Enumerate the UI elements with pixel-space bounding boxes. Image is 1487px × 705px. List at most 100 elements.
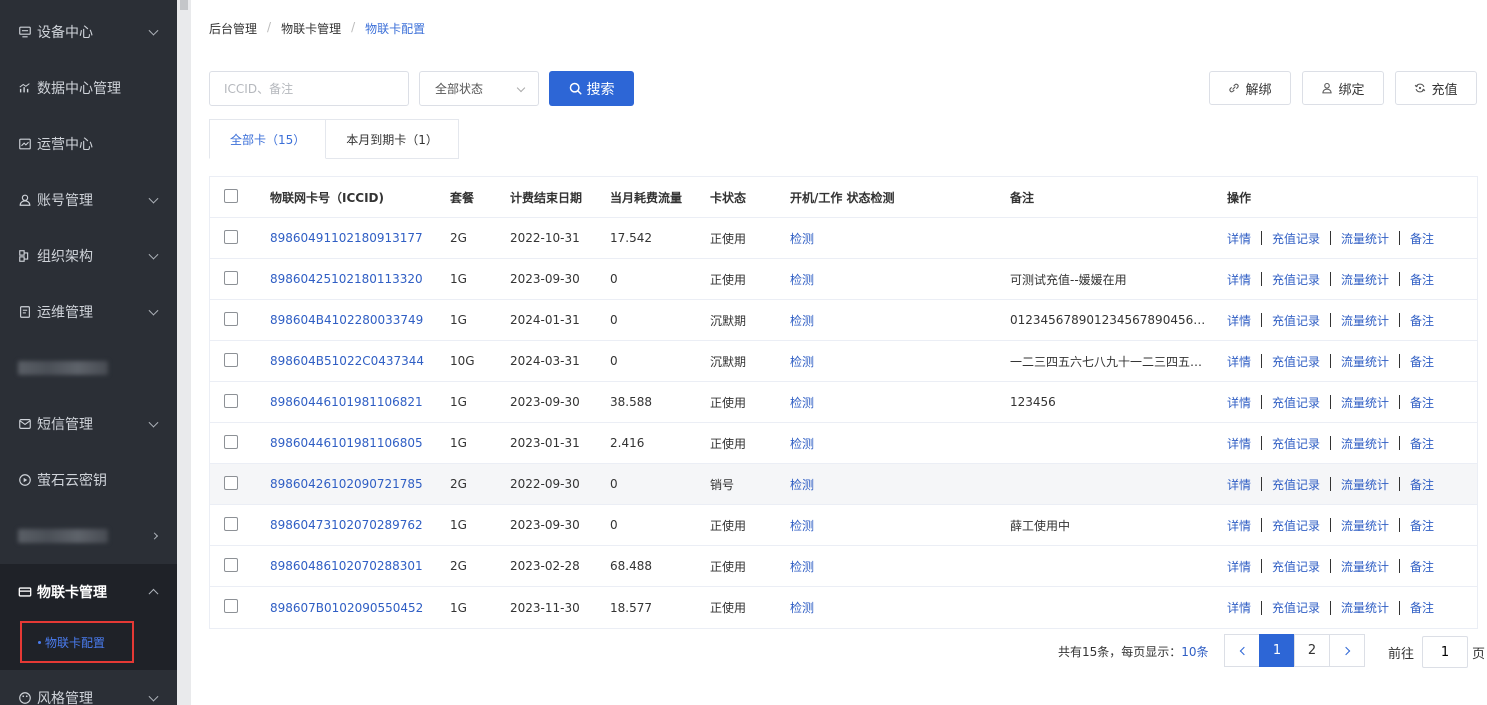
status-check-link[interactable]: 检测 bbox=[790, 519, 814, 533]
row-checkbox[interactable] bbox=[224, 434, 238, 449]
row-action-0[interactable]: 详情 bbox=[1227, 517, 1251, 534]
scrollbar-thumb[interactable] bbox=[180, 0, 188, 10]
row-action-3[interactable]: 备注 bbox=[1410, 230, 1434, 247]
row-action-0[interactable]: 详情 bbox=[1227, 599, 1251, 616]
row-action-3[interactable]: 备注 bbox=[1410, 599, 1434, 616]
row-action-2[interactable]: 流量统计 bbox=[1341, 230, 1389, 247]
row-checkbox[interactable] bbox=[224, 599, 238, 613]
status-check-link[interactable]: 检测 bbox=[790, 396, 814, 410]
sidebar-item-6[interactable] bbox=[0, 340, 177, 396]
row-action-0[interactable]: 详情 bbox=[1227, 353, 1251, 370]
row-action-1[interactable]: 充值记录 bbox=[1272, 517, 1320, 534]
sidebar-item-2[interactable]: 运营中心 bbox=[0, 116, 177, 172]
sidebar-item-9[interactable] bbox=[0, 508, 177, 564]
row-action-3[interactable]: 备注 bbox=[1410, 394, 1434, 411]
iccid-link[interactable]: 89860473102070289762 bbox=[270, 518, 423, 532]
row-action-1[interactable]: 充值记录 bbox=[1272, 312, 1320, 329]
sidebar-item-10[interactable]: 物联卡管理 bbox=[0, 564, 177, 620]
row-action-2[interactable]: 流量统计 bbox=[1341, 558, 1389, 575]
prev-page-button[interactable] bbox=[1224, 634, 1260, 667]
iccid-link[interactable]: 89860486102070288301 bbox=[270, 559, 423, 573]
recharge-button[interactable]: 充值 bbox=[1395, 71, 1477, 105]
row-action-1[interactable]: 充值记录 bbox=[1272, 271, 1320, 288]
sidebar-item-1[interactable]: 数据中心管理 bbox=[0, 60, 177, 116]
iccid-link[interactable]: 89860426102090721785 bbox=[270, 477, 423, 491]
status-check-link[interactable]: 检测 bbox=[790, 273, 814, 287]
row-action-2[interactable]: 流量统计 bbox=[1341, 353, 1389, 370]
row-action-1[interactable]: 充值记录 bbox=[1272, 230, 1320, 247]
row-action-3[interactable]: 备注 bbox=[1410, 271, 1434, 288]
sidebar-scrollbar[interactable] bbox=[177, 0, 191, 705]
search-button[interactable]: 搜索 bbox=[549, 71, 634, 106]
row-action-1[interactable]: 充值记录 bbox=[1272, 558, 1320, 575]
bind-button[interactable]: 绑定 bbox=[1302, 71, 1384, 105]
status-check-link[interactable]: 检测 bbox=[790, 437, 814, 451]
row-action-3[interactable]: 备注 bbox=[1410, 476, 1434, 493]
iccid-link[interactable]: 898604B51022C0437344 bbox=[270, 354, 424, 368]
row-action-1[interactable]: 充值记录 bbox=[1272, 599, 1320, 616]
row-checkbox[interactable] bbox=[224, 311, 238, 326]
iccid-link[interactable]: 89860446101981106821 bbox=[270, 395, 423, 409]
row-action-2[interactable]: 流量统计 bbox=[1341, 394, 1389, 411]
row-action-0[interactable]: 详情 bbox=[1227, 312, 1251, 329]
row-action-0[interactable]: 详情 bbox=[1227, 558, 1251, 575]
status-check-link[interactable]: 检测 bbox=[790, 601, 814, 615]
row-action-0[interactable]: 详情 bbox=[1227, 271, 1251, 288]
tab-expiring-cards[interactable]: 本月到期卡（1） bbox=[326, 119, 459, 159]
row-action-2[interactable]: 流量统计 bbox=[1341, 435, 1389, 452]
iccid-link[interactable]: 89860446101981106805 bbox=[270, 436, 423, 450]
row-action-3[interactable]: 备注 bbox=[1410, 558, 1434, 575]
submenu-item-iot-card-config[interactable]: 物联卡配置 bbox=[20, 621, 134, 663]
breadcrumb-item-iot-card[interactable]: 物联卡管理 bbox=[281, 20, 341, 37]
page-1-button[interactable]: 1 bbox=[1259, 634, 1295, 667]
row-action-3[interactable]: 备注 bbox=[1410, 435, 1434, 452]
row-action-2[interactable]: 流量统计 bbox=[1341, 476, 1389, 493]
row-action-2[interactable]: 流量统计 bbox=[1341, 312, 1389, 329]
sidebar-item-3[interactable]: 账号管理 bbox=[0, 172, 177, 228]
row-action-1[interactable]: 充值记录 bbox=[1272, 476, 1320, 493]
row-action-3[interactable]: 备注 bbox=[1410, 517, 1434, 534]
status-check-link[interactable]: 检测 bbox=[790, 478, 814, 492]
sidebar-item-7[interactable]: 短信管理 bbox=[0, 396, 177, 452]
sidebar-item-5[interactable]: 运维管理 bbox=[0, 284, 177, 340]
row-checkbox[interactable] bbox=[224, 516, 238, 531]
status-check-link[interactable]: 检测 bbox=[790, 232, 814, 246]
row-action-1[interactable]: 充值记录 bbox=[1272, 394, 1320, 411]
row-checkbox[interactable] bbox=[224, 393, 238, 408]
iccid-link[interactable]: 898607B0102090550452 bbox=[270, 601, 423, 615]
status-check-link[interactable]: 检测 bbox=[790, 355, 814, 369]
iccid-link[interactable]: 898604B4102280033749 bbox=[270, 313, 423, 327]
row-checkbox[interactable] bbox=[224, 229, 238, 244]
row-checkbox[interactable] bbox=[224, 475, 238, 490]
row-action-1[interactable]: 充值记录 bbox=[1272, 353, 1320, 370]
row-action-0[interactable]: 详情 bbox=[1227, 435, 1251, 452]
row-action-3[interactable]: 备注 bbox=[1410, 312, 1434, 329]
status-check-link[interactable]: 检测 bbox=[790, 560, 814, 574]
row-checkbox[interactable] bbox=[224, 557, 238, 572]
search-input[interactable] bbox=[209, 71, 409, 106]
iccid-link[interactable]: 89860491102180913177 bbox=[270, 231, 423, 245]
next-page-button[interactable] bbox=[1329, 634, 1365, 667]
row-checkbox[interactable] bbox=[224, 270, 238, 285]
status-check-link[interactable]: 检测 bbox=[790, 314, 814, 328]
tab-all-cards[interactable]: 全部卡（15） bbox=[209, 119, 327, 159]
row-action-2[interactable]: 流量统计 bbox=[1341, 517, 1389, 534]
row-action-0[interactable]: 详情 bbox=[1227, 230, 1251, 247]
iccid-link[interactable]: 89860425102180113320 bbox=[270, 272, 423, 286]
page-2-button[interactable]: 2 bbox=[1294, 634, 1330, 667]
row-action-0[interactable]: 详情 bbox=[1227, 476, 1251, 493]
row-action-1[interactable]: 充值记录 bbox=[1272, 435, 1320, 452]
row-action-0[interactable]: 详情 bbox=[1227, 394, 1251, 411]
row-action-2[interactable]: 流量统计 bbox=[1341, 599, 1389, 616]
sidebar-item-0[interactable]: 设备中心 bbox=[0, 4, 177, 60]
row-action-3[interactable]: 备注 bbox=[1410, 353, 1434, 370]
breadcrumb-item-home[interactable]: 后台管理 bbox=[209, 20, 257, 37]
row-action-2[interactable]: 流量统计 bbox=[1341, 271, 1389, 288]
select-all-checkbox[interactable] bbox=[224, 188, 238, 203]
sidebar-item-8[interactable]: 萤石云密钥 bbox=[0, 452, 177, 508]
status-select[interactable]: 全部状态 bbox=[419, 71, 539, 106]
unbind-button[interactable]: 解绑 bbox=[1209, 71, 1291, 105]
sidebar-item-11[interactable]: 风格管理 bbox=[0, 670, 177, 705]
sidebar-item-4[interactable]: 组织架构 bbox=[0, 228, 177, 284]
row-checkbox[interactable] bbox=[224, 352, 238, 367]
